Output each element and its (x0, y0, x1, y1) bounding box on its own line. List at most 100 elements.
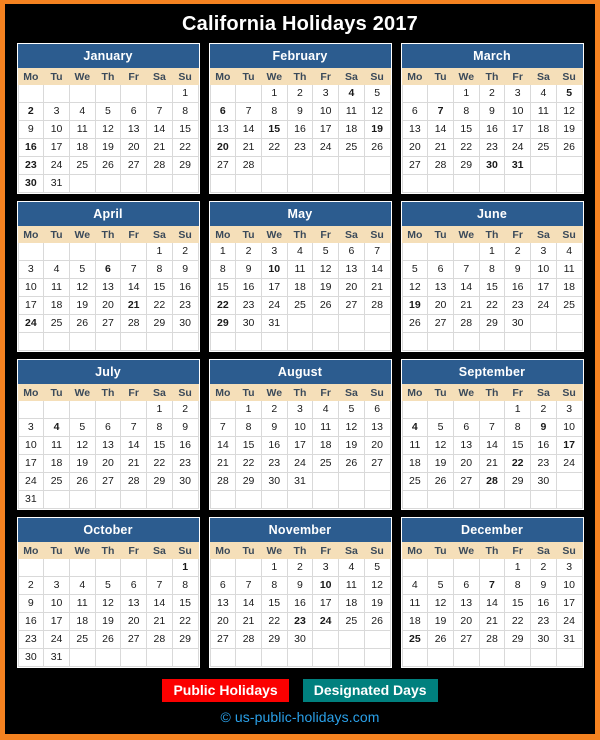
day-cell[interactable]: 3 (43, 102, 70, 121)
day-cell[interactable]: 14 (235, 120, 262, 139)
day-cell-public-holiday[interactable]: 23 (286, 612, 314, 631)
day-cell[interactable]: 17 (17, 454, 45, 473)
day-cell[interactable]: 18 (338, 120, 365, 139)
day-cell[interactable]: 22 (171, 612, 199, 631)
day-cell[interactable]: 1 (504, 558, 532, 577)
day-cell-public-holiday[interactable]: 20 (209, 138, 237, 157)
day-cell[interactable]: 19 (68, 296, 96, 315)
day-cell[interactable]: 27 (120, 156, 148, 175)
day-cell[interactable]: 13 (120, 594, 148, 613)
day-cell[interactable]: 6 (401, 102, 429, 121)
day-cell[interactable]: 5 (68, 260, 96, 279)
day-cell[interactable]: 29 (171, 630, 199, 649)
day-cell[interactable]: 5 (401, 260, 429, 279)
day-cell[interactable]: 15 (146, 278, 173, 297)
day-cell[interactable]: 7 (235, 576, 262, 595)
day-cell[interactable]: 22 (452, 138, 480, 157)
day-cell[interactable]: 2 (171, 242, 199, 261)
day-cell[interactable]: 16 (235, 278, 262, 297)
day-cell[interactable]: 7 (120, 418, 148, 437)
day-cell[interactable]: 28 (452, 314, 480, 333)
day-cell[interactable]: 21 (363, 278, 391, 297)
day-cell[interactable]: 4 (401, 576, 429, 595)
day-cell-designated-day[interactable]: 17 (555, 436, 583, 455)
day-cell[interactable]: 25 (43, 314, 70, 333)
day-cell[interactable]: 15 (478, 278, 506, 297)
day-cell[interactable]: 15 (171, 120, 199, 139)
day-cell[interactable]: 3 (17, 260, 45, 279)
day-cell[interactable]: 13 (94, 278, 122, 297)
day-cell[interactable]: 22 (504, 612, 532, 631)
day-cell-designated-day[interactable]: 23 (17, 156, 45, 175)
day-cell[interactable]: 27 (401, 156, 429, 175)
day-cell[interactable]: 29 (260, 630, 288, 649)
day-cell[interactable]: 28 (209, 472, 237, 491)
day-cell[interactable]: 1 (171, 84, 199, 103)
day-cell[interactable]: 27 (94, 314, 122, 333)
day-cell[interactable]: 14 (235, 594, 262, 613)
day-cell[interactable]: 18 (286, 278, 314, 297)
day-cell[interactable]: 16 (530, 594, 557, 613)
day-cell[interactable]: 28 (146, 630, 173, 649)
day-cell-designated-day[interactable]: 7 (478, 576, 506, 595)
day-cell[interactable]: 18 (43, 296, 70, 315)
day-cell[interactable]: 29 (478, 314, 506, 333)
day-cell[interactable]: 6 (120, 102, 148, 121)
day-cell[interactable]: 11 (312, 418, 340, 437)
day-cell[interactable]: 9 (286, 576, 314, 595)
day-cell[interactable]: 8 (146, 260, 173, 279)
day-cell[interactable]: 4 (43, 260, 70, 279)
day-cell[interactable]: 11 (401, 594, 429, 613)
day-cell[interactable]: 13 (94, 436, 122, 455)
day-cell-designated-day[interactable]: 28 (478, 472, 506, 491)
day-cell[interactable]: 20 (452, 612, 480, 631)
day-cell-designated-day[interactable]: 30 (478, 156, 506, 175)
day-cell[interactable]: 11 (286, 260, 314, 279)
day-cell[interactable]: 26 (363, 138, 391, 157)
day-cell[interactable]: 24 (260, 296, 288, 315)
day-cell-public-holiday[interactable]: 25 (401, 630, 429, 649)
day-cell[interactable]: 14 (120, 278, 148, 297)
day-cell[interactable]: 13 (363, 418, 391, 437)
day-cell[interactable]: 10 (43, 120, 70, 139)
day-cell[interactable]: 6 (94, 418, 122, 437)
day-cell-designated-day[interactable]: 19 (363, 120, 391, 139)
day-cell[interactable]: 29 (504, 472, 532, 491)
day-cell[interactable]: 12 (363, 102, 391, 121)
day-cell-designated-day[interactable]: 4 (338, 84, 365, 103)
day-cell-public-holiday[interactable]: 2 (17, 102, 45, 121)
day-cell[interactable]: 17 (312, 120, 340, 139)
day-cell[interactable]: 27 (452, 630, 480, 649)
day-cell[interactable]: 3 (286, 400, 314, 419)
day-cell[interactable]: 26 (94, 630, 122, 649)
day-cell[interactable]: 23 (530, 612, 557, 631)
day-cell[interactable]: 10 (555, 418, 583, 437)
day-cell[interactable]: 1 (235, 400, 262, 419)
day-cell[interactable]: 20 (94, 296, 122, 315)
day-cell[interactable]: 21 (427, 138, 454, 157)
day-cell[interactable]: 17 (43, 612, 70, 631)
day-cell[interactable]: 11 (530, 102, 557, 121)
day-cell[interactable]: 2 (530, 400, 557, 419)
day-cell[interactable]: 22 (171, 138, 199, 157)
day-cell[interactable]: 30 (530, 630, 557, 649)
day-cell-public-holiday[interactable]: 29 (209, 314, 237, 333)
day-cell[interactable]: 11 (43, 278, 70, 297)
day-cell[interactable]: 3 (312, 558, 340, 577)
day-cell[interactable]: 7 (478, 418, 506, 437)
day-cell[interactable]: 18 (401, 612, 429, 631)
day-cell[interactable]: 28 (235, 630, 262, 649)
day-cell[interactable]: 18 (530, 120, 557, 139)
day-cell[interactable]: 8 (452, 102, 480, 121)
day-cell[interactable]: 19 (363, 594, 391, 613)
day-cell[interactable]: 20 (363, 436, 391, 455)
day-cell-designated-day[interactable]: 1 (171, 558, 199, 577)
day-cell[interactable]: 27 (427, 314, 454, 333)
day-cell[interactable]: 29 (171, 156, 199, 175)
day-cell[interactable]: 17 (43, 138, 70, 157)
day-cell[interactable]: 22 (260, 138, 288, 157)
day-cell[interactable]: 8 (260, 102, 288, 121)
day-cell[interactable]: 20 (94, 454, 122, 473)
day-cell[interactable]: 2 (286, 84, 314, 103)
day-cell[interactable]: 27 (209, 156, 237, 175)
